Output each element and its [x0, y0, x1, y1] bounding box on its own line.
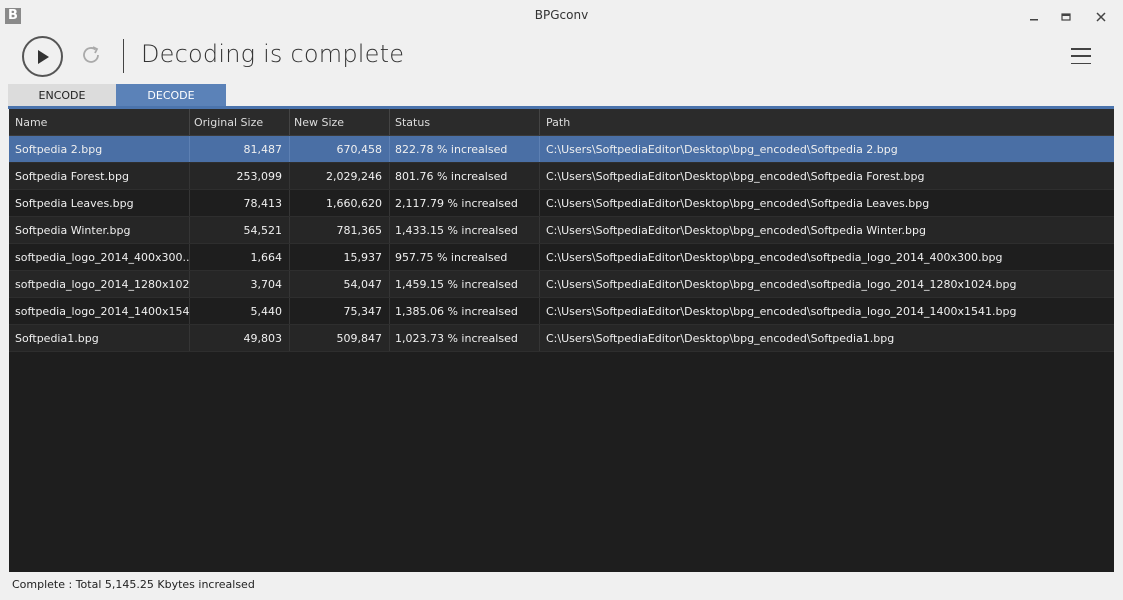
hamburger-line: [1071, 62, 1091, 64]
toolbar-divider: [123, 39, 124, 73]
table-row[interactable]: Softpedia Forest.bpg 253,099 2,029,246 8…: [9, 163, 1114, 190]
cell-path: C:\Users\SoftpediaEditor\Desktop\bpg_enc…: [546, 196, 930, 210]
window-title: BPGconv: [534, 8, 589, 22]
cell-status: 1,023.73 % increalsed: [390, 325, 540, 351]
cell-original-size: 5,440: [190, 298, 290, 324]
cell-new-size: 1,660,620: [290, 190, 390, 216]
cell-path: C:\Users\SoftpediaEditor\Desktop\bpg_enc…: [546, 250, 1003, 264]
cell-name: Softpedia1.bpg: [9, 325, 190, 351]
hamburger-menu-icon: [1071, 48, 1091, 50]
play-icon: [37, 49, 49, 64]
maximize-icon: [1061, 13, 1071, 21]
table-row[interactable]: Softpedia1.bpg 49,803 509,847 1,023.73 %…: [9, 325, 1114, 352]
cell-name: softpedia_logo_2014_1280x102...: [9, 271, 190, 297]
cell-name: Softpedia Leaves.bpg: [9, 190, 190, 216]
cell-original-size: 49,803: [190, 325, 290, 351]
status-bar-text: Complete : Total 5,145.25 Kbytes increal…: [12, 578, 255, 591]
cell-new-size: 670,458: [290, 136, 390, 162]
close-button[interactable]: [1091, 8, 1111, 26]
hamburger-line: [1071, 55, 1091, 57]
cell-name: softpedia_logo_2014_400x300....: [9, 244, 190, 270]
column-header-name[interactable]: Name: [9, 109, 190, 135]
file-table: Name Original Size New Size Status Path …: [9, 109, 1114, 572]
cell-path: C:\Users\SoftpediaEditor\Desktop\bpg_enc…: [546, 331, 895, 345]
cell-original-size: 78,413: [190, 190, 290, 216]
maximize-button[interactable]: [1056, 8, 1076, 26]
cell-status: 1,385.06 % increalsed: [390, 298, 540, 324]
tab-encode[interactable]: ENCODE: [8, 84, 116, 106]
column-header-status[interactable]: Status: [390, 109, 540, 135]
refresh-icon: [83, 46, 99, 63]
table-header: Name Original Size New Size Status Path: [9, 109, 1114, 136]
cell-status: 801.76 % increalsed: [390, 163, 540, 189]
cell-name: Softpedia Winter.bpg: [9, 217, 190, 243]
cell-status: 1,459.15 % increalsed: [390, 271, 540, 297]
table-row[interactable]: Softpedia Leaves.bpg 78,413 1,660,620 2,…: [9, 190, 1114, 217]
cell-new-size: 509,847: [290, 325, 390, 351]
column-header-new-size[interactable]: New Size: [290, 109, 390, 135]
cell-original-size: 3,704: [190, 271, 290, 297]
status-heading: Decoding is complete: [141, 40, 405, 68]
table-row[interactable]: Softpedia Winter.bpg 54,521 781,365 1,43…: [9, 217, 1114, 244]
tab-decode[interactable]: DECODE: [116, 84, 226, 106]
table-row[interactable]: softpedia_logo_2014_400x300.... 1,664 15…: [9, 244, 1114, 271]
close-icon: [1096, 12, 1106, 22]
cell-new-size: 2,029,246: [290, 163, 390, 189]
column-header-path[interactable]: Path: [540, 109, 1114, 135]
cell-name: Softpedia 2.bpg: [9, 136, 190, 162]
minimize-icon: [1030, 19, 1038, 21]
minimize-button[interactable]: [1024, 8, 1044, 26]
cell-path: C:\Users\SoftpediaEditor\Desktop\bpg_enc…: [546, 142, 898, 156]
cell-new-size: 15,937: [290, 244, 390, 270]
cell-original-size: 253,099: [190, 163, 290, 189]
hamburger-menu-button[interactable]: [1071, 48, 1091, 64]
cell-path: C:\Users\SoftpediaEditor\Desktop\bpg_enc…: [546, 223, 926, 237]
table-row[interactable]: softpedia_logo_2014_1280x102... 3,704 54…: [9, 271, 1114, 298]
cell-path: C:\Users\SoftpediaEditor\Desktop\bpg_enc…: [546, 277, 1017, 291]
cell-name: softpedia_logo_2014_1400x154...: [9, 298, 190, 324]
cell-status: 822.78 % increalsed: [390, 136, 540, 162]
table-row[interactable]: Softpedia 2.bpg 81,487 670,458 822.78 % …: [9, 136, 1114, 163]
cell-status: 2,117.79 % increalsed: [390, 190, 540, 216]
cell-name: Softpedia Forest.bpg: [9, 163, 190, 189]
cell-original-size: 54,521: [190, 217, 290, 243]
cell-path: C:\Users\SoftpediaEditor\Desktop\bpg_enc…: [546, 169, 925, 183]
cell-path: C:\Users\SoftpediaEditor\Desktop\bpg_enc…: [546, 304, 1017, 318]
cell-new-size: 75,347: [290, 298, 390, 324]
table-body: Softpedia 2.bpg 81,487 670,458 822.78 % …: [9, 136, 1114, 352]
cell-status: 1,433.15 % increalsed: [390, 217, 540, 243]
title-bar: B BPGconv: [0, 0, 1123, 32]
cell-new-size: 781,365: [290, 217, 390, 243]
tab-bar: ENCODE DECODE: [8, 84, 226, 106]
cell-original-size: 1,664: [190, 244, 290, 270]
start-button[interactable]: [22, 36, 63, 77]
cell-original-size: 81,487: [190, 136, 290, 162]
refresh-button[interactable]: [78, 42, 104, 68]
table-row[interactable]: softpedia_logo_2014_1400x154... 5,440 75…: [9, 298, 1114, 325]
cell-status: 957.75 % increalsed: [390, 244, 540, 270]
cell-new-size: 54,047: [290, 271, 390, 297]
column-header-original-size[interactable]: Original Size: [190, 109, 290, 135]
